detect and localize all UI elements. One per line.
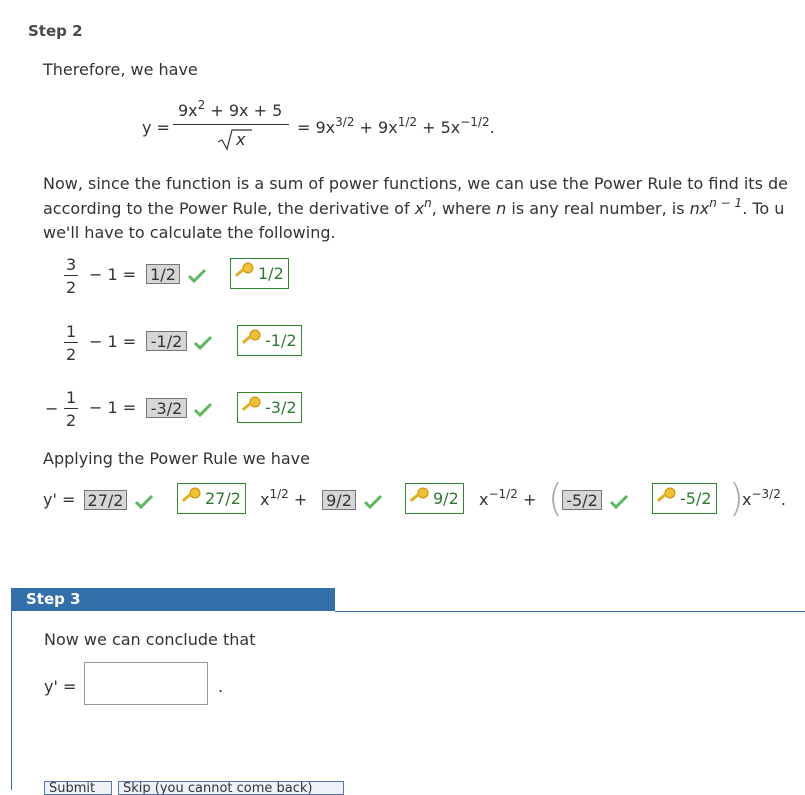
calc-3-sign: − <box>45 399 59 418</box>
calc-3-bar <box>64 408 78 409</box>
calc-3-key-text: -3/2 <box>265 398 297 417</box>
p2nx: nx <box>689 199 710 218</box>
check-icon <box>187 268 207 288</box>
rhs-end: . <box>489 118 495 137</box>
deriv-answer-3: -5/2 <box>562 490 602 510</box>
open-paren: ( <box>548 476 563 520</box>
calc-3-num: 1 <box>66 388 77 407</box>
p2a: according to the Power Rule, the derivat… <box>43 199 415 218</box>
step-3-header: Step 3 <box>11 588 335 611</box>
paragraph-line-3: we'll have to calculate the following. <box>43 223 336 242</box>
calc-2-op: − 1 = <box>89 332 137 351</box>
rhs-b-exp: 1/2 <box>397 115 417 129</box>
rhs-c-exp: −1/2 <box>460 115 490 129</box>
calc-2-den: 2 <box>66 345 77 364</box>
sqrt-icon <box>217 129 252 155</box>
t3-exp: −3/2 <box>751 487 781 501</box>
check-icon <box>609 494 629 514</box>
eq-fraction-bar <box>173 124 289 125</box>
deriv-term-1: x1/2 + <box>260 487 308 509</box>
deriv-answer-2: 9/2 <box>322 490 356 510</box>
calc-1-bar <box>64 275 78 276</box>
deriv-key-3-text: -5/2 <box>680 489 712 508</box>
num-a: 9x <box>178 101 198 120</box>
calc-3-key[interactable]: -3/2 <box>237 392 302 423</box>
answer-input[interactable] <box>84 662 208 705</box>
p2x: x <box>414 199 425 218</box>
plus-2: + <box>522 490 537 509</box>
step-3-divider <box>335 611 805 612</box>
answer-lhs: y' = <box>44 677 77 696</box>
rhs-a: = 9x <box>297 118 336 137</box>
deriv-key-2-text: 9/2 <box>433 489 459 508</box>
check-icon <box>193 335 213 355</box>
deriv-term-3: x−3/2. <box>742 487 786 509</box>
calc-2-key-text: -1/2 <box>265 331 297 350</box>
skip-button[interactable]: Skip (you cannot come back) <box>118 781 344 795</box>
step-3-left-border <box>11 611 12 790</box>
therefore-text: Therefore, we have <box>43 60 198 79</box>
applying-text: Applying the Power Rule we have <box>43 449 310 468</box>
p2d: . To u <box>742 199 785 218</box>
p2b: , where <box>431 199 497 218</box>
calc-1-answer: 1/2 <box>146 264 180 284</box>
eq-lhs: y = <box>142 118 170 137</box>
calc-2-key[interactable]: -1/2 <box>237 325 302 356</box>
calc-1-den: 2 <box>66 278 77 297</box>
key-icon <box>655 486 680 512</box>
t1-exp: 1/2 <box>269 487 289 501</box>
calc-3-den: 2 <box>66 411 77 430</box>
deriv-lhs: y' = <box>43 490 76 509</box>
step-2-label: Step 2 <box>28 22 83 40</box>
conclude-text: Now we can conclude that <box>44 630 256 649</box>
submit-button[interactable]: Submit <box>44 781 112 795</box>
paragraph-line-2: according to the Power Rule, the derivat… <box>43 196 785 218</box>
calc-1-key-text: 1/2 <box>258 264 284 283</box>
rhs-c: + 5x <box>417 118 461 137</box>
p2n: n <box>424 196 432 210</box>
eq-rhs: = 9x3/2 + 9x1/2 + 5x−1/2. <box>297 115 495 137</box>
key-icon <box>240 395 265 421</box>
eq-numerator: 9x2 + 9x + 5 <box>178 98 283 120</box>
calc-2-bar <box>64 342 78 343</box>
calc-2-num: 1 <box>66 322 77 341</box>
p2c: is any real number, is <box>506 199 690 218</box>
key-icon <box>180 486 205 512</box>
calc-1-op: − 1 = <box>89 265 137 284</box>
rhs-b: + 9x <box>354 118 398 137</box>
deriv-answer-1: 27/2 <box>84 490 127 510</box>
rhs-a-exp: 3/2 <box>335 115 355 129</box>
deriv-end: . <box>780 490 786 509</box>
calc-3-answer: -3/2 <box>146 398 187 418</box>
paragraph-line-1: Now, since the function is a sum of powe… <box>43 174 788 193</box>
calc-1-num: 3 <box>66 255 77 274</box>
key-icon <box>233 261 258 287</box>
num-a-exp: 2 <box>197 98 206 112</box>
calc-3-op: − 1 = <box>89 398 137 417</box>
calc-2-answer: -1/2 <box>146 331 187 351</box>
num-b: + 9x + 5 <box>205 101 283 120</box>
key-icon <box>408 486 433 512</box>
answer-period: . <box>218 677 224 696</box>
check-icon <box>363 494 383 514</box>
key-icon <box>240 328 265 354</box>
plus-1: + <box>293 490 308 509</box>
p2n2: n <box>496 199 507 218</box>
check-icon <box>193 402 213 422</box>
deriv-key-1[interactable]: 27/2 <box>177 483 246 514</box>
deriv-key-1-text: 27/2 <box>205 489 241 508</box>
deriv-key-3[interactable]: -5/2 <box>652 483 717 514</box>
check-icon <box>134 494 154 514</box>
calc-1-key[interactable]: 1/2 <box>230 258 289 289</box>
p2exp: n − 1 <box>709 196 743 210</box>
deriv-term-2: x−1/2 + <box>479 487 537 509</box>
deriv-key-2[interactable]: 9/2 <box>405 483 464 514</box>
eq-denominator: x <box>236 130 246 149</box>
t2-exp: −1/2 <box>488 487 518 501</box>
